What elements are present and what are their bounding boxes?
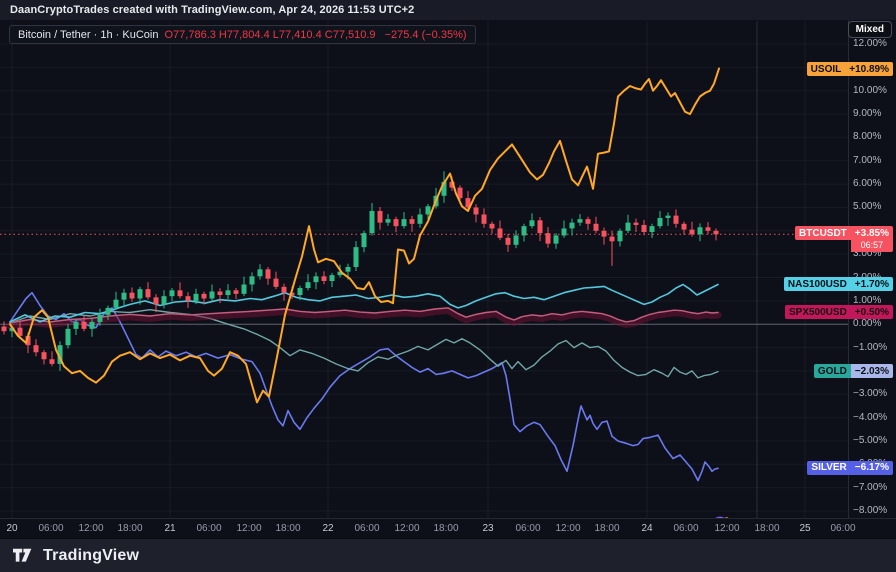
y-axis-label: −5.00% bbox=[853, 435, 887, 447]
tradingview-published-chart: { "attribution": "DaanCryptoTrades creat… bbox=[0, 0, 896, 572]
series-change-value: −6.17% bbox=[851, 461, 893, 475]
ohlc-o: O77,786.3 bbox=[164, 29, 218, 41]
price-label-nas100usd: NAS100USD+1.70% bbox=[784, 277, 893, 291]
series-change-value: +3.85% bbox=[851, 226, 893, 240]
bar-countdown: 06:57 bbox=[851, 240, 893, 252]
y-axis-label: −4.00% bbox=[853, 412, 887, 424]
series-name: USOIL bbox=[807, 62, 846, 76]
price-label-spx500usd: SPX500USD+0.50% bbox=[785, 305, 893, 319]
y-axis-label: −8.00% bbox=[853, 505, 887, 517]
y-axis-label: −7.00% bbox=[853, 482, 887, 494]
ohlc-l: L77,410.4 bbox=[273, 29, 325, 41]
time-axis-label: 12:00 bbox=[714, 523, 739, 534]
time-axis-label: 24 bbox=[641, 523, 652, 534]
market-status-badge: Mixed bbox=[848, 21, 892, 38]
time-axis-label: 20 bbox=[6, 523, 17, 534]
y-axis-label: −1.00% bbox=[853, 342, 887, 354]
footer-bar: TradingView bbox=[0, 538, 896, 572]
y-axis-label: 9.00% bbox=[853, 108, 881, 120]
time-axis-label: 22 bbox=[322, 523, 333, 534]
y-axis-label: 7.00% bbox=[853, 155, 881, 167]
time-axis-label: 18:00 bbox=[754, 523, 779, 534]
price-label-gold: GOLD−2.03% bbox=[814, 364, 893, 378]
y-axis-label: 10.00% bbox=[853, 85, 887, 97]
time-axis-label: 18:00 bbox=[433, 523, 458, 534]
time-axis-label: 12:00 bbox=[555, 523, 580, 534]
price-label-silver: SILVER−6.17% bbox=[807, 461, 893, 475]
time-axis-label: 18:00 bbox=[275, 523, 300, 534]
ohlc-values: O77,786.3 H77,804.4 L77,410.4 C77,510.9 bbox=[164, 29, 378, 41]
ohlc-c: C77,510.9 bbox=[325, 29, 379, 41]
series-name: GOLD bbox=[814, 364, 851, 378]
series-name: SPX500USD bbox=[785, 305, 851, 319]
symbol-title: Bitcoin / Tether · 1h · KuCoin bbox=[18, 29, 158, 41]
price-label-btcusdt: BTCUSDT+3.85%06:57 bbox=[795, 226, 893, 252]
y-axis-label: 6.00% bbox=[853, 178, 881, 190]
series-name: NAS100USD bbox=[784, 277, 851, 291]
time-axis[interactable]: 20 06:00 12:00 18:00 21 06:00 12:00 18:00 22 06:0… bbox=[0, 518, 896, 538]
symbol-legend[interactable]: Bitcoin / Tether · 1h · KuCoin O77,786.3… bbox=[9, 25, 476, 44]
time-axis-label: 23 bbox=[482, 523, 493, 534]
time-axis-label: 06:00 bbox=[830, 523, 855, 534]
change-value: −275.4 (−0.35%) bbox=[385, 29, 467, 41]
series-change-value: +10.89% bbox=[845, 62, 893, 76]
time-axis-label: 12:00 bbox=[394, 523, 419, 534]
y-axis-label: 8.00% bbox=[853, 131, 881, 143]
tradingview-wordmark[interactable]: TradingView bbox=[43, 547, 139, 565]
series-name: SILVER bbox=[807, 461, 850, 475]
y-axis-label: 12.00% bbox=[853, 38, 887, 50]
y-axis-label: −3.00% bbox=[853, 388, 887, 400]
time-axis-label: 21 bbox=[164, 523, 175, 534]
time-axis-label: 12:00 bbox=[78, 523, 103, 534]
series-change-value: +0.50% bbox=[851, 305, 893, 319]
time-axis-label: 06:00 bbox=[354, 523, 379, 534]
time-axis-label: 06:00 bbox=[38, 523, 63, 534]
series-name: BTCUSDT bbox=[795, 226, 851, 240]
tradingview-logo-icon[interactable] bbox=[13, 548, 35, 563]
ohlc-h: H77,804.4 bbox=[219, 29, 273, 41]
price-chart-canvas[interactable] bbox=[0, 20, 896, 538]
time-axis-label: 18:00 bbox=[117, 523, 142, 534]
time-axis-label: 06:00 bbox=[673, 523, 698, 534]
price-label-usoil: USOIL+10.89% bbox=[807, 62, 893, 76]
y-axis-label: 5.00% bbox=[853, 201, 881, 213]
time-axis-label: 18:00 bbox=[594, 523, 619, 534]
chart-area[interactable]: Bitcoin / Tether · 1h · KuCoin O77,786.3… bbox=[0, 20, 896, 518]
y-axis-label: 0.00% bbox=[853, 318, 881, 330]
attribution-bar: DaanCryptoTrades created with TradingVie… bbox=[0, 0, 896, 20]
time-axis-label: 12:00 bbox=[236, 523, 261, 534]
time-axis-label: 25 bbox=[799, 523, 810, 534]
attribution-text: DaanCryptoTrades created with TradingVie… bbox=[10, 4, 414, 16]
time-axis-label: 06:00 bbox=[515, 523, 540, 534]
series-change-value: +1.70% bbox=[851, 277, 893, 291]
time-axis-label: 06:00 bbox=[196, 523, 221, 534]
series-change-value: −2.03% bbox=[851, 364, 893, 378]
